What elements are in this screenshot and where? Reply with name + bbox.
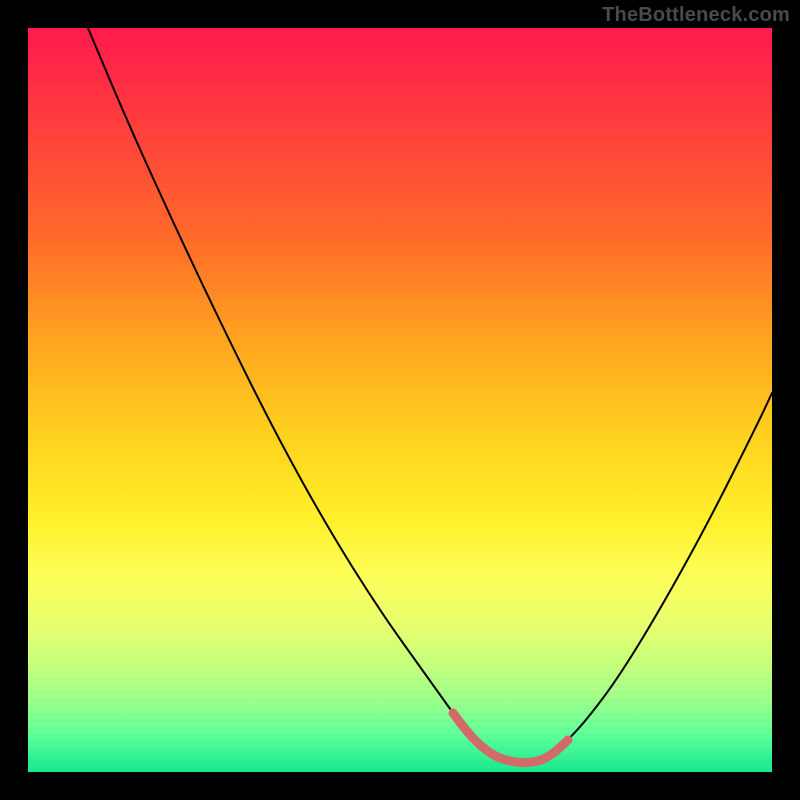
plot-area	[28, 28, 772, 772]
bottleneck-curve	[88, 28, 772, 763]
watermark-text: TheBottleneck.com	[602, 4, 790, 27]
chart-frame: TheBottleneck.com	[0, 0, 800, 800]
curve-layer	[28, 28, 772, 772]
highlight-segment	[453, 713, 568, 763]
